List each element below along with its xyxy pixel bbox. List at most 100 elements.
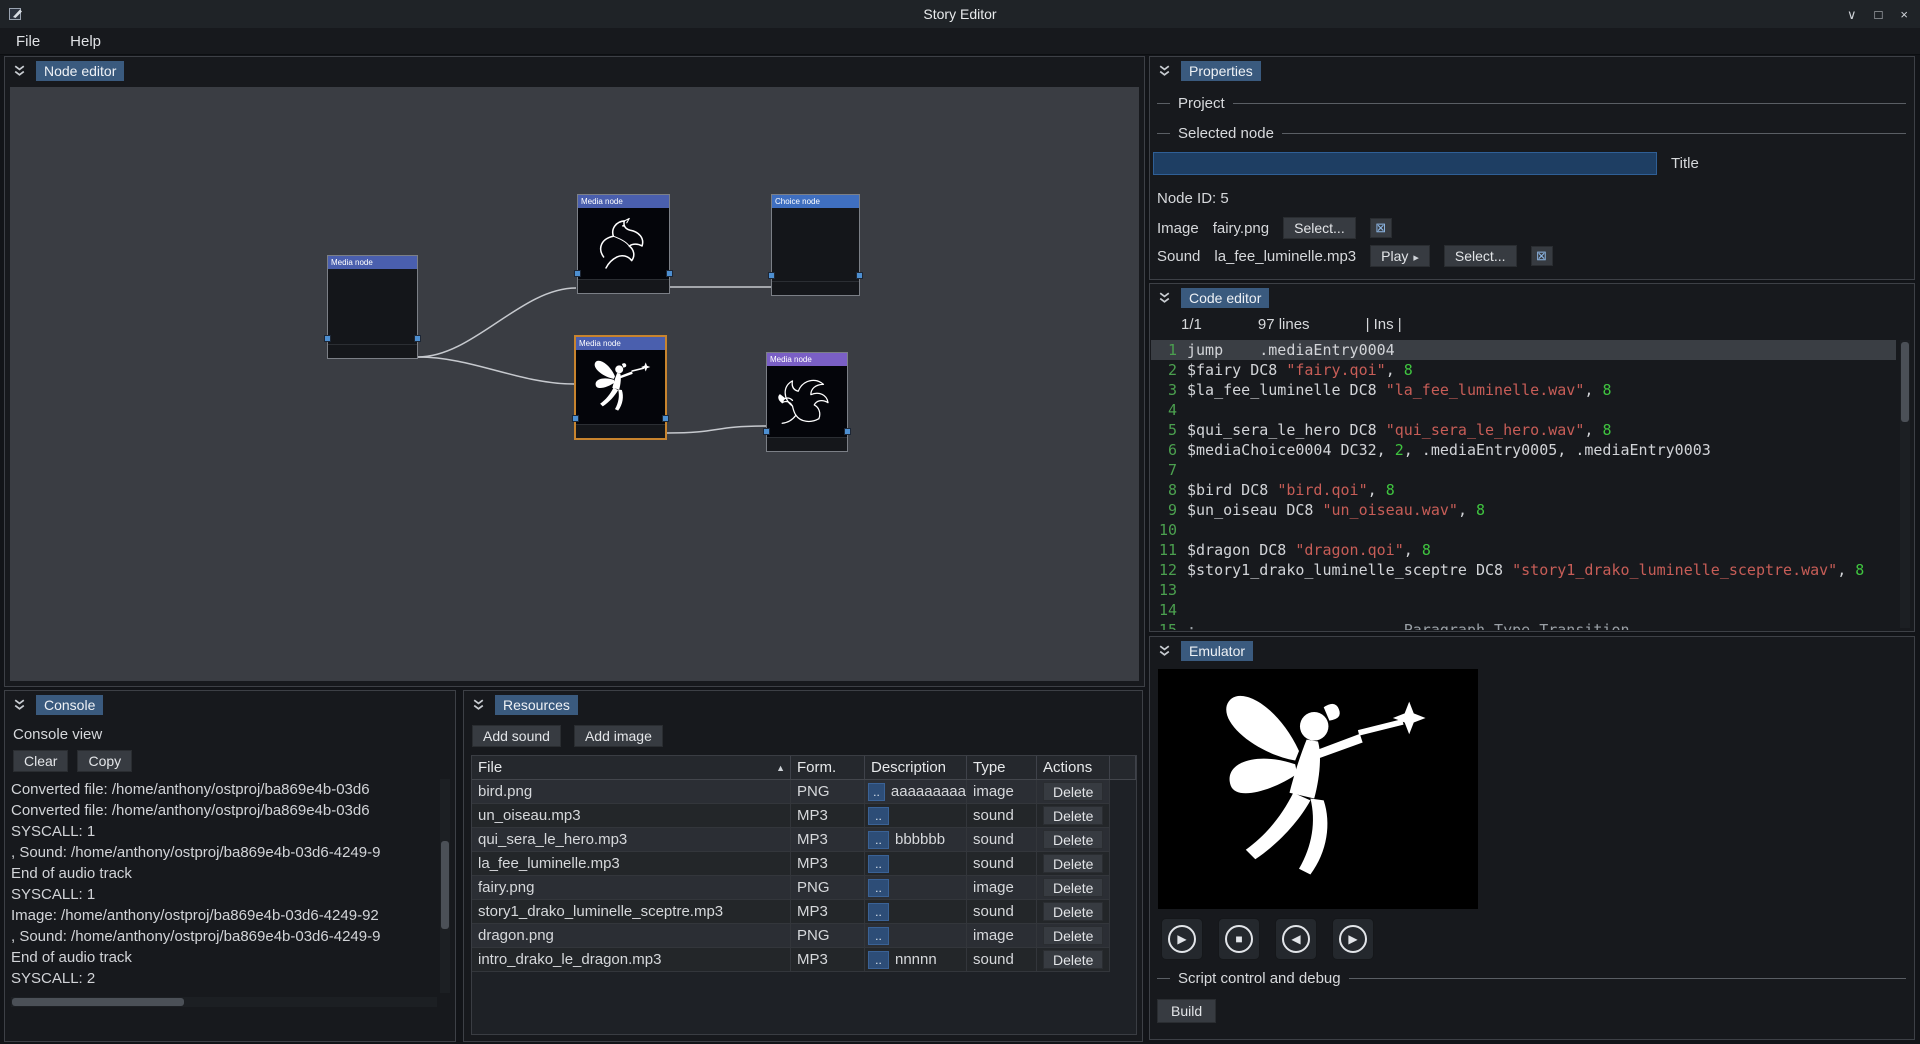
- input-port[interactable]: [763, 428, 770, 435]
- output-port[interactable]: [662, 415, 669, 422]
- resource-row[interactable]: bird.pngPNG..aaaaaaaaaimageDelete: [472, 780, 1110, 804]
- delete-button[interactable]: Delete: [1043, 854, 1103, 873]
- resource-row[interactable]: story1_drako_luminelle_sceptre.mp3MP3..s…: [472, 900, 1110, 924]
- resource-row[interactable]: intro_drako_le_dragon.mp3MP3..nnnnnsound…: [472, 948, 1110, 972]
- copy-button[interactable]: Copy: [77, 750, 132, 772]
- collapse-icon[interactable]: [1157, 63, 1172, 78]
- code-line[interactable]: 14: [1151, 600, 1896, 620]
- edit-description-button[interactable]: ..: [868, 903, 889, 921]
- step-back-button[interactable]: ◀: [1275, 918, 1317, 960]
- resource-row[interactable]: un_oiseau.mp3MP3..soundDelete: [472, 804, 1110, 828]
- collapse-icon[interactable]: [1157, 290, 1172, 305]
- resource-row[interactable]: qui_sera_le_hero.mp3MP3..bbbbbbsoundDele…: [472, 828, 1110, 852]
- add-sound-button[interactable]: Add sound: [472, 725, 561, 747]
- code-line[interactable]: 15;---------------------- Paragraph Type…: [1151, 620, 1896, 630]
- edit-description-button[interactable]: ..: [868, 855, 889, 873]
- edit-description-button[interactable]: ..: [868, 831, 889, 849]
- collapse-icon[interactable]: [1157, 643, 1172, 658]
- column-header-actions[interactable]: Actions: [1037, 756, 1110, 779]
- code-line[interactable]: 1jump .mediaEntry0004: [1151, 340, 1896, 360]
- edit-description-button[interactable]: ..: [868, 927, 889, 945]
- delete-button[interactable]: Delete: [1043, 878, 1103, 897]
- edit-description-button[interactable]: ..: [868, 879, 889, 897]
- close-button[interactable]: ×: [1900, 8, 1908, 21]
- menu-help[interactable]: Help: [67, 31, 104, 52]
- delete-button[interactable]: Delete: [1043, 830, 1103, 849]
- panel-title-resources[interactable]: Resources: [495, 695, 578, 715]
- choice-node[interactable]: Choice node: [771, 194, 860, 296]
- column-header-file[interactable]: File▲: [472, 756, 791, 779]
- console-log[interactable]: Converted file: /home/anthony/ostproj/ba…: [11, 779, 437, 993]
- code-area[interactable]: 1jump .mediaEntry00042$fairy DC8 "fairy.…: [1151, 340, 1896, 630]
- image-select-button[interactable]: Select...: [1283, 217, 1356, 239]
- console-horizontal-scrollbar[interactable]: [11, 997, 437, 1007]
- step-forward-button[interactable]: ▶: [1332, 918, 1374, 960]
- output-port[interactable]: [414, 335, 421, 342]
- input-port[interactable]: [768, 272, 775, 279]
- scrollbar-thumb[interactable]: [12, 998, 184, 1006]
- code-line[interactable]: 10: [1151, 520, 1896, 540]
- output-port[interactable]: [666, 270, 673, 277]
- output-port[interactable]: [844, 428, 851, 435]
- code-line[interactable]: 12$story1_drako_luminelle_sceptre DC8 "s…: [1151, 560, 1896, 580]
- play-button[interactable]: ▶: [1161, 918, 1203, 960]
- code-line[interactable]: 9$un_oiseau DC8 "un_oiseau.wav", 8: [1151, 500, 1896, 520]
- panel-title-properties[interactable]: Properties: [1181, 61, 1261, 81]
- build-button[interactable]: Build: [1157, 999, 1216, 1023]
- panel-title-node-editor[interactable]: Node editor: [36, 61, 124, 81]
- delete-button[interactable]: Delete: [1043, 782, 1103, 801]
- code-line[interactable]: 3$la_fee_luminelle DC8 "la_fee_luminelle…: [1151, 380, 1896, 400]
- code-line[interactable]: 4: [1151, 400, 1896, 420]
- scrollbar-thumb[interactable]: [441, 841, 449, 929]
- panel-title-console[interactable]: Console: [36, 695, 103, 715]
- title-input[interactable]: [1153, 152, 1657, 175]
- collapse-icon[interactable]: [12, 63, 27, 78]
- collapse-icon[interactable]: [12, 697, 27, 712]
- shade-button[interactable]: ∨: [1847, 8, 1857, 21]
- bird-media-node[interactable]: Media node: [577, 194, 670, 294]
- fairy-media-node[interactable]: Media node: [574, 335, 667, 440]
- panel-title-code-editor[interactable]: Code editor: [1181, 288, 1269, 308]
- clear-button[interactable]: Clear: [13, 750, 68, 772]
- sound-select-button[interactable]: Select...: [1444, 245, 1517, 267]
- edit-description-button[interactable]: ..: [868, 783, 885, 801]
- add-image-button[interactable]: Add image: [574, 725, 663, 747]
- delete-button[interactable]: Delete: [1043, 902, 1103, 921]
- play-sound-button[interactable]: Play▸: [1370, 245, 1430, 267]
- column-header-description[interactable]: Description: [865, 756, 967, 779]
- code-line[interactable]: 2$fairy DC8 "fairy.qoi", 8: [1151, 360, 1896, 380]
- delete-button[interactable]: Delete: [1043, 950, 1103, 969]
- input-port[interactable]: [324, 335, 331, 342]
- console-vertical-scrollbar[interactable]: [440, 779, 450, 993]
- sound-clear-button[interactable]: ⊠: [1531, 246, 1553, 266]
- code-line[interactable]: 6$mediaChoice0004 DC32, 2, .mediaEntry00…: [1151, 440, 1896, 460]
- dragon-media-node[interactable]: Media node: [766, 352, 848, 452]
- panel-title-emulator[interactable]: Emulator: [1181, 641, 1253, 661]
- code-line[interactable]: 5$qui_sera_le_hero DC8 "qui_sera_le_hero…: [1151, 420, 1896, 440]
- maximize-button[interactable]: □: [1875, 8, 1883, 21]
- code-line[interactable]: 11$dragon DC8 "dragon.qoi", 8: [1151, 540, 1896, 560]
- column-header-form[interactable]: Form.: [791, 756, 865, 779]
- input-port[interactable]: [572, 415, 579, 422]
- code-line[interactable]: 8$bird DC8 "bird.qoi", 8: [1151, 480, 1896, 500]
- code-vertical-scrollbar[interactable]: [1900, 340, 1910, 628]
- code-line[interactable]: 13: [1151, 580, 1896, 600]
- output-port[interactable]: [856, 272, 863, 279]
- delete-button[interactable]: Delete: [1043, 926, 1103, 945]
- node-canvas[interactable]: Media node Media node Choice node Media nod…: [10, 87, 1139, 681]
- resource-row[interactable]: fairy.pngPNG..imageDelete: [472, 876, 1110, 900]
- intro-media-node[interactable]: Media node: [327, 255, 418, 359]
- resource-row[interactable]: dragon.pngPNG..imageDelete: [472, 924, 1110, 948]
- column-header-type[interactable]: Type: [967, 756, 1037, 779]
- stop-button[interactable]: ■: [1218, 918, 1260, 960]
- resource-row[interactable]: la_fee_luminelle.mp3MP3..soundDelete: [472, 852, 1110, 876]
- input-port[interactable]: [574, 270, 581, 277]
- edit-description-button[interactable]: ..: [868, 951, 889, 969]
- code-line[interactable]: 7: [1151, 460, 1896, 480]
- delete-button[interactable]: Delete: [1043, 806, 1103, 825]
- image-clear-button[interactable]: ⊠: [1370, 218, 1392, 238]
- menu-file[interactable]: File: [13, 31, 43, 52]
- edit-description-button[interactable]: ..: [868, 807, 889, 825]
- collapse-icon[interactable]: [471, 697, 486, 712]
- scrollbar-thumb[interactable]: [1901, 342, 1909, 422]
